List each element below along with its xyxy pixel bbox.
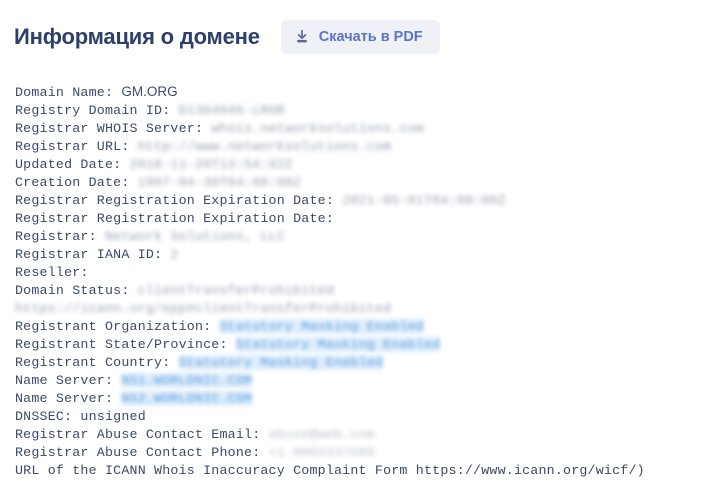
whois-label: Registrar WHOIS Server: bbox=[15, 121, 212, 136]
whois-label: Registry Domain ID: bbox=[15, 103, 179, 118]
whois-value: Statutory Masking Enabled bbox=[235, 337, 441, 352]
whois-line: Registrar Abuse Contact Email: abuse@web… bbox=[15, 426, 693, 444]
whois-line: Registrar Registration Expiration Date: … bbox=[15, 192, 693, 210]
whois-value: Network Solutions, LLC bbox=[104, 229, 285, 244]
whois-label: Name Server: bbox=[15, 391, 122, 406]
whois-label: DNSSEC: unsigned bbox=[15, 409, 146, 424]
whois-value: D1364046-LROR bbox=[178, 103, 285, 118]
whois-value: 1997-04-30T04:00:00Z bbox=[137, 175, 302, 190]
whois-line: Registrant Organization: Statutory Maski… bbox=[15, 318, 693, 336]
whois-line: Registrar URL: http://www.networksolutio… bbox=[15, 138, 693, 156]
whois-value: http://www.networksolutions.com bbox=[137, 139, 392, 154]
whois-value: 2 bbox=[170, 247, 179, 262]
whois-label: Domain Name: bbox=[15, 85, 122, 100]
whois-label: URL of the ICANN Whois Inaccuracy Compla… bbox=[15, 463, 645, 478]
whois-label: Registrant Organization: bbox=[15, 319, 220, 334]
whois-value: Statutory Masking Enabled bbox=[219, 319, 424, 334]
whois-line: Registry Domain ID: D1364046-LROR bbox=[15, 102, 693, 120]
whois-value: abuse@web.com bbox=[268, 427, 375, 442]
whois-label: Updated Date: bbox=[15, 157, 130, 172]
whois-label: Registrar Registration Expiration Date: bbox=[15, 211, 343, 226]
whois-line: Registrar: Network Solutions, LLC bbox=[15, 228, 693, 246]
whois-label: Registrar: bbox=[15, 229, 105, 244]
whois-value: 2018-11-20T13:54:02Z bbox=[129, 157, 294, 172]
whois-value: 2021-05-01T04:00:00Z bbox=[342, 193, 506, 208]
whois-line: Registrar WHOIS Server: whois.networksol… bbox=[15, 120, 693, 138]
whois-label: Creation Date: bbox=[15, 175, 138, 190]
download-icon bbox=[295, 29, 309, 44]
whois-label: Reseller: bbox=[15, 265, 97, 280]
whois-line: Domain Status: clientTransferProhibited … bbox=[15, 282, 693, 318]
whois-line: Reseller: bbox=[15, 264, 693, 282]
whois-label: Registrar IANA ID: bbox=[15, 247, 171, 262]
whois-value: Statutory Masking Enabled bbox=[178, 355, 384, 370]
whois-line: Registrar Abuse Contact Phone: +1.800333… bbox=[15, 444, 693, 462]
whois-line: Registrant State/Province: Statutory Mas… bbox=[15, 336, 693, 354]
whois-value: NS1.WORLDNIC.COM bbox=[121, 373, 253, 388]
whois-line: DNSSEC: unsigned bbox=[15, 408, 693, 426]
whois-value: NS2.WORLDNIC.COM bbox=[121, 391, 253, 406]
whois-label: Domain Status: bbox=[15, 283, 138, 298]
whois-value: GM.ORG bbox=[121, 84, 178, 99]
whois-line: URL of the ICANN Whois Inaccuracy Compla… bbox=[15, 462, 693, 480]
whois-line: Name Server: NS2.WORLDNIC.COM bbox=[15, 390, 693, 408]
whois-line: Registrant Country: Statutory Masking En… bbox=[15, 354, 693, 372]
page-header: Информация о домене Скачать в PDF bbox=[0, 0, 701, 60]
whois-value: whois.networksolutions.com bbox=[211, 121, 424, 136]
whois-line: Registrar IANA ID: 2 bbox=[15, 246, 693, 264]
whois-value: +1.8003337680 bbox=[268, 445, 375, 460]
whois-line: Registrar Registration Expiration Date: bbox=[15, 210, 693, 228]
whois-line: Domain Name: GM.ORG bbox=[15, 83, 693, 102]
whois-label: Registrar URL: bbox=[15, 139, 138, 154]
whois-label: Registrar Registration Expiration Date: bbox=[15, 193, 343, 208]
whois-label: Name Server: bbox=[15, 373, 122, 388]
domain-info-page: Информация о домене Скачать в PDF Domain… bbox=[0, 0, 701, 503]
whois-label: Registrar Abuse Contact Email: bbox=[15, 427, 269, 442]
download-pdf-label: Скачать в PDF bbox=[318, 28, 423, 45]
whois-line: Creation Date: 1997-04-30T04:00:00Z bbox=[15, 174, 693, 192]
whois-label: Registrar Abuse Contact Phone: bbox=[15, 445, 269, 460]
download-pdf-button[interactable]: Скачать в PDF bbox=[280, 19, 440, 54]
whois-label: Registrant Country: bbox=[15, 355, 179, 370]
whois-line: Name Server: NS1.WORLDNIC.COM bbox=[15, 372, 693, 390]
whois-label: Registrant State/Province: bbox=[15, 337, 236, 352]
page-title: Информация о домене bbox=[14, 23, 260, 49]
whois-line: Updated Date: 2018-11-20T13:54:02Z bbox=[15, 156, 693, 174]
whois-record-block: Domain Name: GM.ORG Registry Domain ID: D… bbox=[15, 83, 693, 480]
